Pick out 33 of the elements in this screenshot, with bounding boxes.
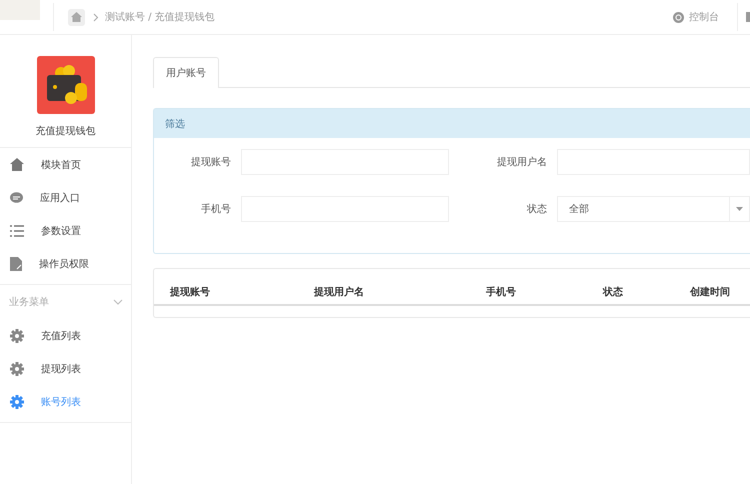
wallet-icon — [36, 56, 94, 114]
gear-icon — [10, 328, 24, 342]
column-header: 创建时间 — [690, 286, 731, 299]
dashboard-icon — [673, 12, 684, 22]
menu-item[interactable]: 充值列表 — [0, 319, 131, 352]
column-header: 提现用户名 — [314, 285, 365, 299]
home-button[interactable] — [68, 8, 85, 26]
status-select[interactable]: 全部 — [557, 196, 750, 222]
field-label: 状态 — [526, 202, 547, 216]
field-label: 手机号 — [200, 202, 231, 216]
document-icon — [10, 256, 22, 270]
home-icon — [10, 158, 24, 171]
menu-item[interactable]: 应用入口 — [0, 181, 131, 214]
column-header: 提现账号 — [170, 286, 211, 299]
gear-icon — [10, 362, 24, 376]
home-icon — [71, 12, 82, 22]
field-label: 提现账号 — [190, 156, 231, 169]
tab[interactable]: 用户账号 — [153, 57, 219, 88]
menu-item[interactable]: 参数设置 — [0, 214, 131, 247]
chevron-right-icon — [93, 12, 99, 22]
menu-item[interactable]: 操作员权限 — [0, 247, 131, 280]
column-header: 手机号 — [486, 286, 517, 299]
field-label: 提现用户名 — [496, 156, 547, 169]
menu-item[interactable]: 模块首页 — [0, 148, 131, 181]
chat-icon — [10, 192, 23, 204]
panel-title: 筛选 — [154, 109, 750, 138]
menu-item[interactable]: 提现列表 — [0, 352, 131, 385]
chevron-icon — [113, 299, 123, 305]
list-icon — [10, 224, 24, 236]
app-name: 充值提现钱包 — [36, 124, 96, 138]
caret-icon — [736, 207, 743, 211]
gear-icon — [10, 394, 24, 408]
column-header: 状态 — [603, 286, 624, 299]
